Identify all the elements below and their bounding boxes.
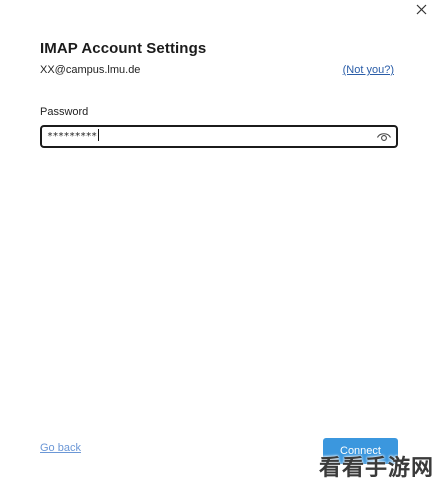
password-input[interactable]: ********* bbox=[40, 125, 398, 148]
not-you-link[interactable]: (Not you?) bbox=[343, 64, 394, 76]
text-caret bbox=[97, 129, 99, 141]
close-button[interactable] bbox=[410, 0, 432, 18]
password-masked-text: ********* bbox=[47, 131, 97, 142]
go-back-link[interactable]: Go back bbox=[40, 442, 81, 454]
dialog-title: IMAP Account Settings bbox=[40, 40, 207, 57]
imap-settings-dialog: IMAP Account Settings XX@campus.lmu.de (… bbox=[0, 0, 440, 486]
account-email: XX@campus.lmu.de bbox=[40, 64, 141, 76]
password-value: ********* bbox=[47, 129, 99, 143]
password-label: Password bbox=[40, 106, 89, 118]
account-row: XX@campus.lmu.de (Not you?) bbox=[40, 64, 396, 80]
eye-icon[interactable] bbox=[376, 129, 392, 143]
watermark-text: 看看手游网 bbox=[318, 456, 434, 481]
close-icon bbox=[416, 4, 426, 14]
